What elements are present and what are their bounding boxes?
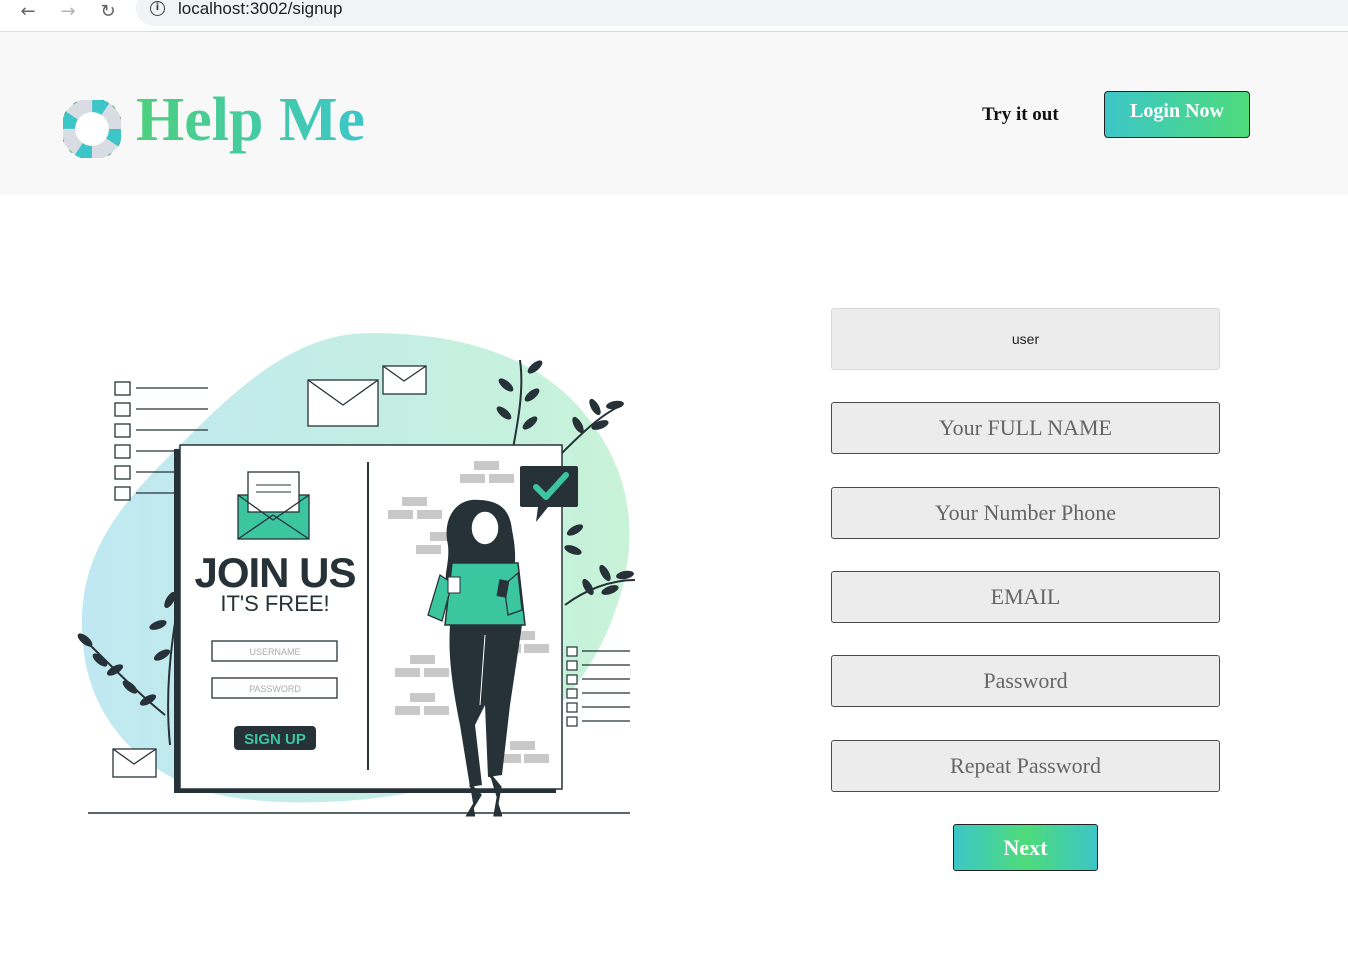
card-envelope-icon xyxy=(237,471,310,540)
card-password-label: PASSWORD xyxy=(249,684,301,694)
username-field[interactable] xyxy=(831,308,1220,370)
login-now-button[interactable]: Login Now xyxy=(1104,91,1250,138)
password-field[interactable] xyxy=(831,655,1220,707)
try-it-out-link[interactable]: Try it out xyxy=(982,104,1059,126)
lifebuoy-icon xyxy=(63,100,121,158)
its-free-subheading: IT'S FREE! xyxy=(220,591,329,616)
repeat-password-field[interactable] xyxy=(831,740,1220,792)
brand-title[interactable]: Help Me xyxy=(136,84,365,156)
next-button[interactable]: Next xyxy=(953,824,1098,871)
join-us-heading: JOIN US xyxy=(194,549,355,596)
card-username-label: USERNAME xyxy=(249,647,300,657)
full-name-field[interactable] xyxy=(831,402,1220,454)
card-signup-label: SIGN UP xyxy=(244,731,306,748)
site-header: Help Me Try it out Login Now xyxy=(0,32,1348,195)
browser-toolbar: ← → ↻ i localhost:3002/signup xyxy=(0,0,1348,32)
reload-icon[interactable]: ↻ xyxy=(96,0,120,22)
phone-number-field[interactable] xyxy=(831,487,1220,539)
back-arrow-icon[interactable]: ← xyxy=(16,0,40,22)
join-us-illustration: JOIN US IT'S FREE! USERNAME PASSWORD SIG… xyxy=(77,333,636,817)
forward-arrow-icon[interactable]: → xyxy=(56,0,80,22)
email-field[interactable] xyxy=(831,571,1220,623)
site-info-icon[interactable]: i xyxy=(150,1,165,16)
url-text[interactable]: localhost:3002/signup xyxy=(178,0,342,19)
